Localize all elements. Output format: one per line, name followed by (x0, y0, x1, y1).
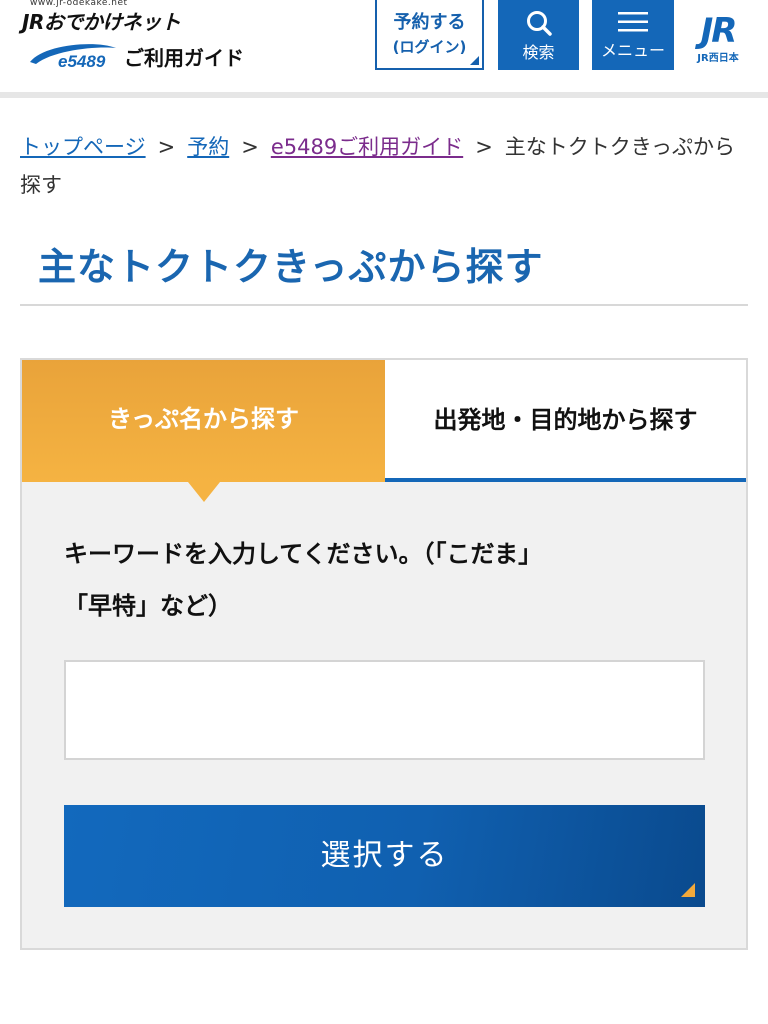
header-divider (0, 92, 768, 98)
site-header: www.jr-odekake.net JRおでかけネット e5489 ご利用ガイ… (0, 0, 768, 92)
breadcrumb-top-page[interactable]: トップページ (20, 135, 146, 159)
corner-arrow-icon (681, 883, 695, 897)
keyword-search-input[interactable] (64, 660, 705, 760)
jr-mark: JR (700, 11, 738, 51)
jr-west-label: JR西日本 (697, 53, 739, 64)
reserve-label: 予約する (393, 12, 466, 33)
breadcrumb-reservation[interactable]: 予約 (187, 135, 229, 159)
select-submit-button[interactable]: 選択する (64, 805, 705, 907)
site-logo[interactable]: JRおでかけネット (22, 6, 181, 35)
guide-title: ご利用ガイド (124, 46, 244, 70)
search-label: 検索 (522, 43, 555, 62)
corner-arrow-icon (470, 56, 479, 65)
tab-search-by-ticket-name[interactable]: きっぷ名から探す (22, 360, 385, 502)
title-divider (20, 304, 748, 306)
search-button[interactable]: 検索 (498, 0, 579, 70)
search-mode-tabs: きっぷ名から探す 出発地・目的地から探す (22, 360, 746, 502)
tab-search-by-origin-destination[interactable]: 出発地・目的地から探す (385, 360, 746, 482)
hamburger-menu-icon (618, 12, 648, 32)
e5489-badge-text: e5489 (58, 52, 106, 70)
reserve-login-button[interactable]: 予約する (ログイン) (375, 0, 484, 70)
active-tab-pointer-icon (188, 482, 220, 502)
menu-label: メニュー (600, 41, 665, 60)
keyword-instructions: キーワードを入力してください。（「こだま」 「早特」など） (64, 528, 704, 632)
breadcrumb: トップページ > 予約 > e5489ご利用ガイド > 主なトクトクきっぷから探す (20, 128, 748, 204)
breadcrumb-e5489-guide[interactable]: e5489ご利用ガイド (271, 135, 463, 159)
instructions-line-1: キーワードを入力してください。（「こだま」 (64, 540, 543, 568)
e5489-logo[interactable]: e5489 (26, 42, 118, 70)
select-button-label: 選択する (320, 838, 449, 873)
breadcrumb-separator: > (475, 135, 493, 159)
search-icon (526, 11, 552, 36)
instructions-line-2: 「早特」など） (64, 592, 232, 620)
breadcrumb-separator: > (157, 135, 176, 159)
menu-button[interactable]: メニュー (592, 0, 674, 70)
login-label: (ログイン) (392, 38, 467, 56)
jr-west-logo[interactable]: JR JR西日本 (686, 14, 750, 64)
breadcrumb-separator: > (241, 135, 259, 159)
tab-label: きっぷ名から探す (107, 405, 300, 433)
ticket-search-panel: きっぷ名から探す 出発地・目的地から探す キーワードを入力してください。（「こだ… (20, 358, 748, 950)
page-title: 主なトクトクきっぷから探す (38, 245, 544, 289)
tab-label: 出発地・目的地から探す (433, 406, 698, 434)
